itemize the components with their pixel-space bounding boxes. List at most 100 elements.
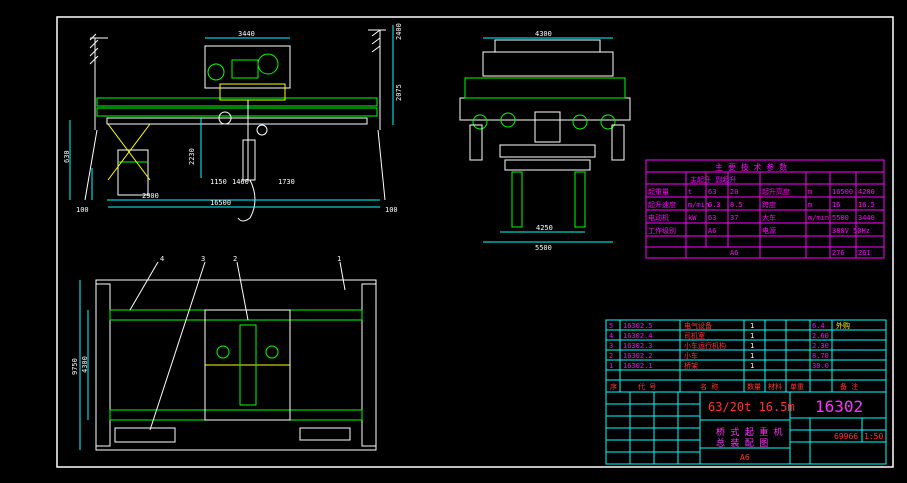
part-qty-1: 1 [750,332,754,340]
spec-cell-2-2: 63 [708,214,716,222]
part-qty-4: 1 [750,362,754,370]
plan-balloon-3: 1 [337,255,341,263]
parts-header-1: 代 号 [638,382,656,391]
spec-cell-3-4: 电源 [762,226,776,235]
spec-cell-0-5: m [808,188,812,196]
dim-front-0: 3440 [238,30,255,38]
plan-view: 4 3 2 1 9750 4300 [71,255,377,451]
title-scale: 1:50 [864,432,883,441]
part-weight-4: 30.0 [812,362,829,370]
parts-header-4: 材料 [768,382,782,391]
spec-cell-1-7: 16.5 [858,201,875,209]
spec-cell-1-2: 6.3 [708,201,721,209]
spec-header: 主 要 技 术 参 数 [715,162,787,172]
part-code-2: 16302.3 [623,342,653,350]
part-code-3: 16302.2 [623,352,653,360]
dim-plan-0: 9750 [71,358,79,375]
dim-side-2: 5500 [535,244,552,252]
spec-cell-2-5: m/min [808,214,829,222]
part-no-0: 5 [609,322,613,330]
dim-front-6: 1730 [278,178,295,186]
part-name-2: 小车运行机构 [684,341,726,350]
side-view: 4300 4250 5500 [459,30,631,252]
spec-cell-2-3: 37 [730,214,738,222]
spec-footer-3: 261 [858,249,871,257]
title-main: 63/20t 16.5m [708,400,795,414]
spec-cell-3-0: 工作级别 [648,226,676,235]
spec-cell-0-6: 16500 [832,188,853,196]
part-name-3: 小车 [684,351,698,360]
spec-cell-2-1: kW [688,214,697,222]
parts-rows: 5 16302.5 电气设备 1 6.4 外购 4 16302.4 司机室 1 2.60 3 16302… [609,321,850,370]
spec-cell-1-3: 8.5 [730,201,743,209]
part-code-0: 16302.5 [623,322,653,330]
plan-balloon-2: 2 [233,255,237,263]
parts-header-0: 序 [610,382,617,391]
dim-front-3: 2230 [188,148,196,165]
parts-header-3: 数量 [747,382,761,391]
dim-front-9: 100 [76,206,89,214]
spec-cell-2-0: 电动机 [648,213,669,222]
part-name-4: 桥架 [684,361,698,370]
dim-front-11: 630 [63,150,71,163]
part-note-0: 外购 [836,321,850,330]
part-weight-1: 2.60 [812,332,829,340]
title-sub2: 总 装 配 图 [716,437,768,449]
spec-cell-0-1: t [688,188,692,196]
title-sub1: 桥 式 起 重 机 [716,426,783,438]
dim-front-1: 2400 [395,23,403,40]
spec-cell-1-0: 起升速度 [648,200,676,209]
part-no-2: 3 [609,342,613,350]
dim-front-4: 1150 [210,178,227,186]
part-no-1: 4 [609,332,613,340]
part-qty-3: 1 [750,352,754,360]
spec-cell-1-1: m/min [688,201,709,209]
part-name-1: 司机室 [684,331,705,340]
drawing-number: 16302 [815,397,863,416]
dim-plan-1: 4300 [81,356,89,373]
part-name-0: 电气设备 [684,321,712,330]
dim-front-7: 2900 [142,192,159,200]
cad-drawing: 3440 2400 2075 2230 1150 1460 1730 2900 … [56,16,894,468]
part-no-3: 2 [609,352,613,360]
dim-front-2: 2075 [395,84,403,101]
plan-balloon-1: 3 [201,255,205,263]
spec-cell-2-7: 3440 [858,214,875,222]
spec-cell-3-6: 380V 50Hz [832,227,870,235]
parts-header: 序 代 号 名 称 数量 材料 单重 备 注 [610,382,858,391]
spec-footer-0: A6 [730,249,738,257]
spec-cell-2-6: 5500 [832,214,849,222]
plan-balloon-0: 4 [160,255,164,263]
spec-table: 主 要 技 术 参 数 主起升 副起升 [645,159,885,259]
dim-front-10: 100 [385,206,398,214]
spec-cell-1-4: 跨度 [762,200,776,209]
spec-cell-2-4: 大车 [762,213,776,222]
title-grade: A6 [740,453,750,462]
dim-side-0: 4300 [535,30,552,38]
part-weight-2: 2.30 [812,342,829,350]
front-view: 3440 2400 2075 2230 1150 1460 1730 2900 … [63,23,403,222]
spec-subheader: 主起升 副起升 [690,175,736,184]
dim-front-5: 1460 [232,178,249,186]
parts-header-5: 单重 [790,382,804,391]
left-wall [84,33,108,201]
spec-cell-1-6: 16 [832,201,840,209]
spec-cell-0-3: 20 [730,188,738,196]
part-qty-0: 1 [750,322,754,330]
spec-cell-0-7: 4200 [858,188,875,196]
parts-header-2: 名 称 [700,382,718,391]
spec-cell-3-2: A6 [708,227,716,235]
part-no-4: 1 [609,362,613,370]
dim-side-1: 4250 [536,224,553,232]
spec-cell-0-2: 63 [708,188,716,196]
title-weight: 69966 [834,432,858,441]
spec-cell-0-4: 起升高度 [762,187,790,196]
part-code-1: 16302.4 [623,332,653,340]
spec-footer-2: 276 [832,249,845,257]
part-weight-3: 8.70 [812,352,829,360]
part-qty-2: 1 [750,342,754,350]
dim-front-8: 16500 [210,199,231,207]
part-code-4: 16302.1 [623,362,653,370]
part-weight-0: 6.4 [812,322,825,330]
spec-cell-1-5: m [808,201,812,209]
